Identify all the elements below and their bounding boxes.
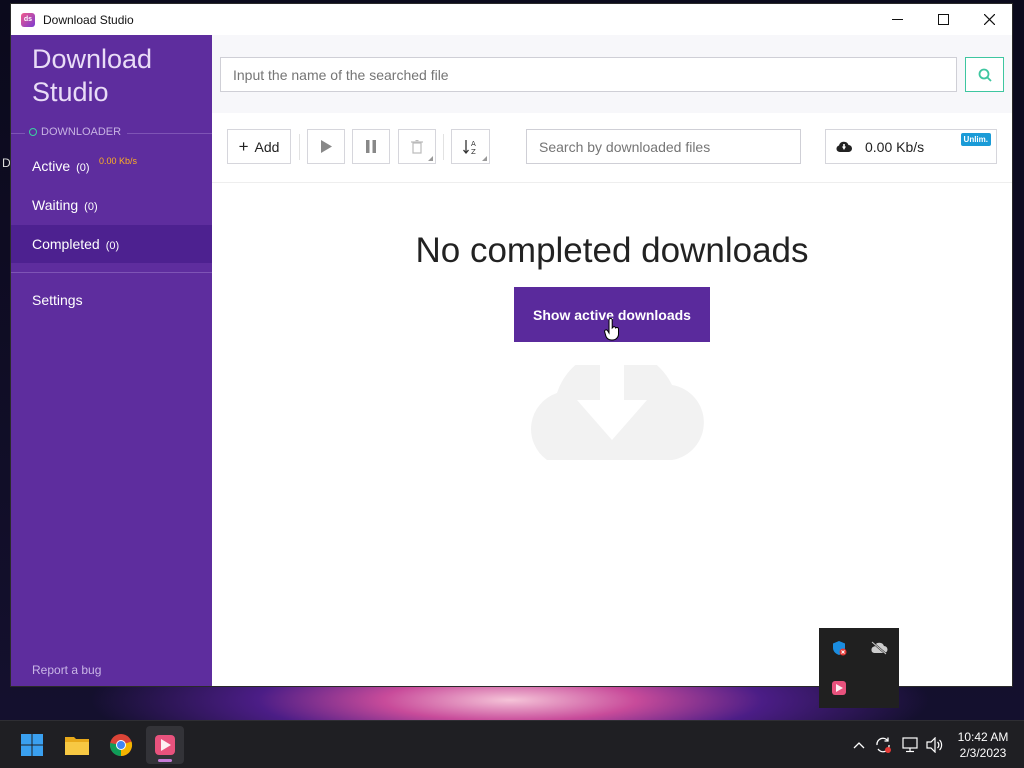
taskbar-file-explorer[interactable] — [58, 726, 96, 764]
taskbar-chrome[interactable] — [102, 726, 140, 764]
svg-text:A: A — [471, 140, 476, 148]
section-divider — [11, 272, 212, 273]
close-button[interactable] — [966, 4, 1012, 35]
minimize-button[interactable] — [874, 4, 920, 35]
chrome-icon — [109, 734, 133, 757]
empty-state-title: No completed downloads — [415, 231, 809, 270]
active-speed-badge: 0.00 Kb/s — [99, 156, 138, 166]
sidebar-item-count: (0) — [105, 239, 120, 252]
sidebar-item-label: Settings — [32, 292, 83, 308]
downloads-search-input[interactable] — [526, 129, 801, 164]
windows-start-icon — [21, 734, 43, 756]
volume-icon — [926, 737, 943, 753]
app-brand: Download Studio — [32, 43, 152, 109]
delete-button[interactable] — [398, 129, 436, 164]
network-icon — [902, 737, 918, 753]
tray-overflow-button[interactable] — [849, 735, 869, 755]
sidebar-item-label: Active — [32, 158, 71, 174]
app-logo-icon: ds — [21, 12, 35, 27]
volume-control[interactable] — [925, 735, 945, 755]
cloud-download-icon — [836, 141, 852, 153]
sidebar: Download Studio DOWNLOADER Active (0) 0.… — [11, 35, 212, 686]
search-icon — [978, 68, 992, 82]
brand-line-1: Download — [32, 44, 153, 74]
app-window: ds Download Studio Download Studio DOWNL… — [11, 4, 1012, 686]
security-icon[interactable] — [830, 639, 848, 657]
title-bar[interactable]: ds Download Studio — [11, 4, 1012, 35]
brand-line-2: Studio — [32, 77, 109, 107]
sidebar-item-waiting[interactable]: Waiting (0) — [11, 186, 212, 224]
pause-icon — [366, 140, 376, 153]
sidebar-item-label: Waiting — [32, 197, 79, 213]
clock-time: 10:42 AM — [957, 730, 1009, 744]
download-studio-icon — [155, 735, 175, 755]
desktop-stray-text: D — [2, 156, 11, 170]
sort-button[interactable]: A Z — [451, 129, 490, 164]
maximize-icon — [937, 14, 949, 25]
window-title: Download Studio — [43, 12, 134, 27]
sidebar-item-active[interactable]: Active (0) — [11, 147, 212, 185]
sidebar-item-label: Completed — [32, 236, 100, 252]
start-button[interactable] — [13, 726, 51, 764]
maximize-button[interactable] — [920, 4, 966, 35]
sidebar-item-count: (0) — [76, 161, 90, 174]
svg-text:Z: Z — [471, 148, 476, 155]
sidebar-item-settings[interactable]: Settings — [11, 281, 212, 319]
report-bug-link[interactable]: Report a bug — [32, 663, 101, 677]
close-icon — [983, 14, 995, 25]
current-speed: 0.00 Kb/s — [865, 138, 925, 155]
clock-date: 2/3/2023 — [959, 746, 1007, 760]
sort-icon: A Z — [462, 139, 476, 155]
cloud-offline-icon[interactable] — [870, 639, 888, 657]
speed-limit-badge: Unlim. — [960, 133, 991, 146]
speed-limit-control[interactable]: 0.00 Kb/s Unlim. — [825, 129, 997, 164]
download-studio-icon[interactable] — [830, 679, 848, 697]
toolbar-separator — [443, 134, 444, 160]
add-button[interactable]: + Add — [227, 129, 291, 164]
main-panel: + Add A Z — [212, 35, 1012, 686]
status-dot-icon — [29, 128, 37, 136]
start-button[interactable] — [307, 129, 345, 164]
file-search-bar — [212, 35, 1012, 113]
toolbar: + Add A Z Search by downloaded files 0.0… — [212, 113, 1012, 183]
section-header-downloader: DOWNLOADER — [25, 126, 128, 138]
sidebar-item-count: (0) — [84, 200, 98, 213]
file-search-button[interactable] — [965, 57, 1004, 92]
toolbar-separator — [299, 134, 300, 160]
hand-cursor-icon — [604, 318, 619, 341]
file-explorer-icon — [65, 737, 89, 755]
taskbar: 10:42 AM 2/3/2023 — [0, 720, 1024, 768]
pause-button[interactable] — [352, 129, 390, 164]
plus-icon: + — [238, 136, 249, 156]
taskbar-download-studio[interactable] — [146, 726, 184, 764]
trash-icon — [411, 139, 423, 154]
sync-icon — [876, 737, 891, 753]
sidebar-item-completed[interactable]: Completed (0) — [11, 225, 212, 263]
play-icon — [321, 140, 332, 153]
minimize-icon — [891, 19, 903, 20]
add-label: Add — [254, 138, 280, 155]
cloud-download-icon — [531, 365, 704, 460]
dropdown-corner-icon — [428, 156, 433, 161]
active-app-indicator — [158, 759, 172, 762]
chevron-up-icon — [853, 742, 865, 749]
taskbar-clock[interactable]: 10:42 AM 2/3/2023 — [950, 729, 1016, 761]
file-search-input[interactable] — [220, 57, 957, 92]
network-status[interactable] — [900, 735, 920, 755]
section-label: DOWNLOADER — [41, 126, 122, 138]
sync-status[interactable] — [873, 735, 893, 755]
tray-overflow-popup — [819, 628, 899, 708]
dropdown-corner-icon — [482, 156, 487, 161]
